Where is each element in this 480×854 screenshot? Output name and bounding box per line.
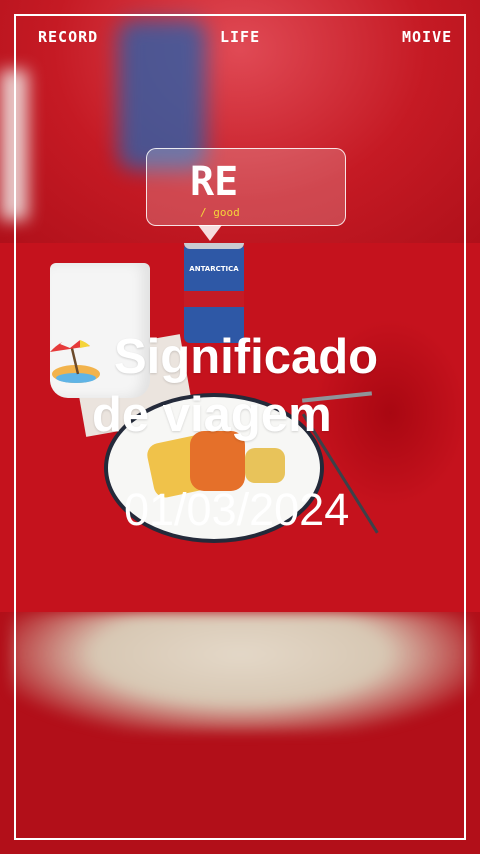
moive-label: MOIVE	[402, 28, 453, 46]
bubble-title: RE	[190, 159, 239, 205]
date-text: 01/03/2024	[124, 484, 350, 535]
speech-bubble	[146, 148, 346, 226]
headline-line-1: Significado	[114, 330, 379, 384]
top-labels: RECORD LIFE MOIVE	[0, 28, 480, 52]
speech-bubble-tail	[198, 225, 222, 241]
life-label: LIFE	[220, 28, 261, 46]
headline-line-2: de viagem	[92, 388, 332, 442]
record-label: RECORD	[38, 28, 99, 46]
bubble-subtitle: / good	[200, 206, 240, 219]
headline: Significado de viagem	[92, 328, 378, 444]
